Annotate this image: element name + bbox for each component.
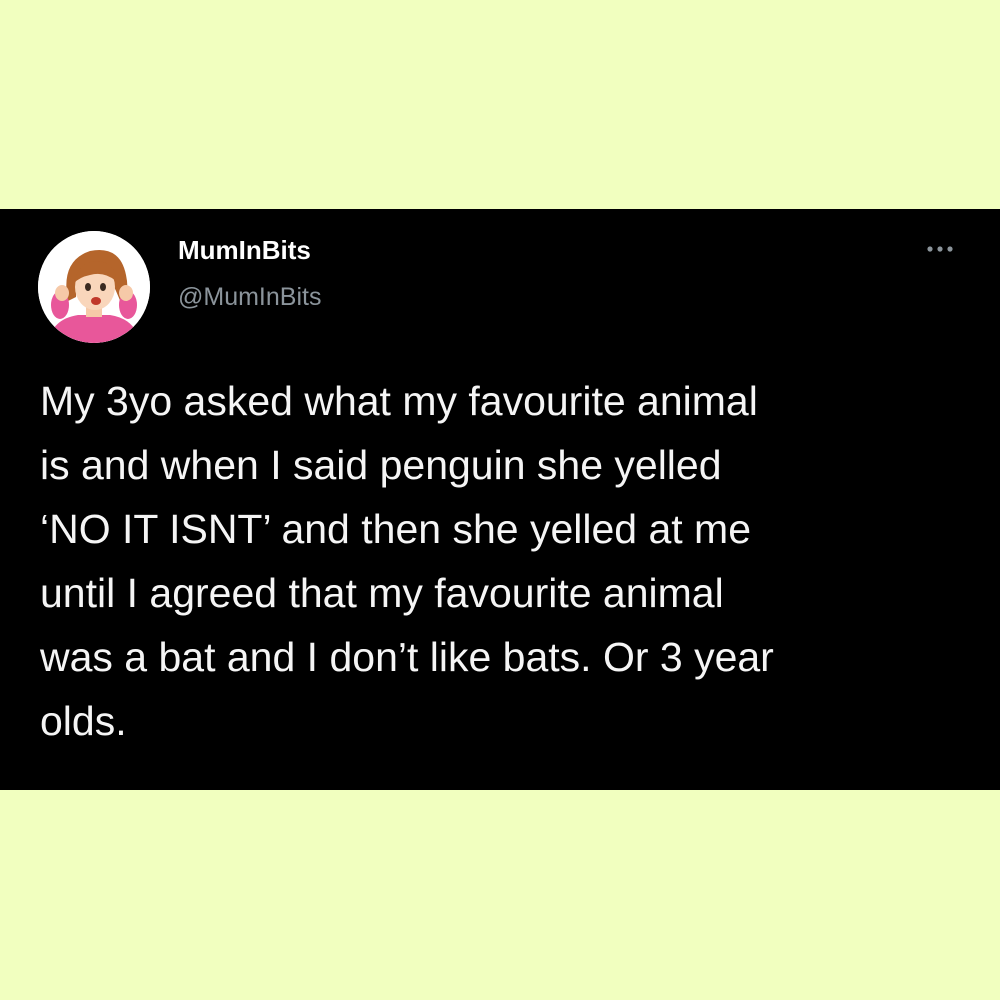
avatar[interactable] (38, 231, 150, 343)
user-handle[interactable]: @MumInBits (178, 283, 321, 312)
cartoon-woman-avatar-icon (38, 231, 150, 343)
more-dots-icon[interactable] (922, 239, 962, 259)
page: MumInBits @MumInBits My 3yo asked what m… (0, 0, 1000, 1000)
tweet-card: MumInBits @MumInBits My 3yo asked what m… (0, 209, 1000, 790)
display-name[interactable]: MumInBits (178, 235, 311, 266)
tweet-text: My 3yo asked what my favourite animal is… (40, 378, 774, 744)
